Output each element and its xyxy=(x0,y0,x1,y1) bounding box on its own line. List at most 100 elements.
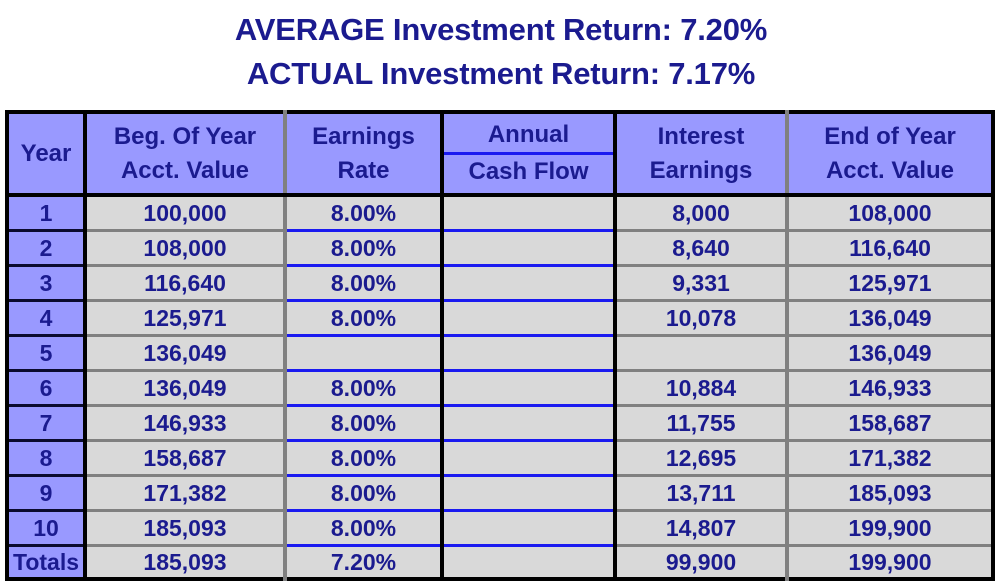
column-header-beg-top: Beg. Of Year xyxy=(113,122,257,150)
cell-interest-earnings: 10,078 xyxy=(615,300,789,337)
cell-interest-earnings: 12,695 xyxy=(615,440,789,477)
column-header-cash-bottom: Cash Flow xyxy=(468,158,589,185)
column-header-interest-bottom: Earnings xyxy=(649,156,753,184)
table-row: 1 100,000 8.00% 8,000 108,000 xyxy=(7,195,993,232)
cell-year: 2 xyxy=(7,230,87,267)
cell-end-acct-value: 185,093 xyxy=(787,475,993,512)
column-header-year: Year xyxy=(7,112,87,197)
table-body: 1 100,000 8.00% 8,000 108,000 2 108,000 8.00% 8,… xyxy=(7,195,993,581)
column-header-beg-acct-value: Beg. Of Year Acct. Value xyxy=(85,112,287,197)
column-header-rate-top: Earnings xyxy=(312,122,415,150)
cell-year: 6 xyxy=(7,370,87,407)
cell-totals-cash xyxy=(442,545,617,579)
column-header-annual-cash-flow: Annual Cash Flow xyxy=(442,112,617,197)
cell-end-acct-value: 136,049 xyxy=(787,300,993,337)
table-row: 2 108,000 8.00% 8,640 116,640 xyxy=(7,230,993,267)
investment-schedule-table-wrap: Year Beg. Of Year Acct. Value Earnings R… xyxy=(5,110,995,581)
cell-beg-acct-value: 108,000 xyxy=(85,230,287,267)
cell-earnings-rate: 8.00% xyxy=(285,300,444,337)
cell-totals-interest: 99,900 xyxy=(615,545,789,579)
column-header-end-bottom: Acct. Value xyxy=(825,156,955,184)
table-row: 4 125,971 8.00% 10,078 136,049 xyxy=(7,300,993,337)
cell-interest-earnings: 9,331 xyxy=(615,265,789,302)
cell-earnings-rate: 8.00% xyxy=(285,230,444,267)
cell-end-acct-value: 108,000 xyxy=(787,195,993,232)
table-row: 9 171,382 8.00% 13,711 185,093 xyxy=(7,475,993,512)
cell-year: 8 xyxy=(7,440,87,477)
cell-year: 4 xyxy=(7,300,87,337)
cell-interest-earnings: 8,640 xyxy=(615,230,789,267)
cell-earnings-rate xyxy=(285,335,444,372)
cell-end-acct-value: 158,687 xyxy=(787,405,993,442)
cell-annual-cash-flow xyxy=(442,440,617,477)
column-header-cash-top: Annual xyxy=(444,118,611,155)
cell-end-acct-value: 116,640 xyxy=(787,230,993,267)
cell-beg-acct-value: 116,640 xyxy=(85,265,287,302)
cell-interest-earnings xyxy=(615,335,789,372)
cell-end-acct-value: 136,049 xyxy=(787,335,993,372)
column-header-end-top: End of Year xyxy=(824,122,956,150)
column-header-earnings-rate: Earnings Rate xyxy=(285,112,444,197)
cell-interest-earnings: 11,755 xyxy=(615,405,789,442)
cell-annual-cash-flow xyxy=(442,300,617,337)
cell-totals-end: 199,900 xyxy=(787,545,993,579)
column-header-year-bottom: Year xyxy=(20,139,72,167)
table-header: Year Beg. Of Year Acct. Value Earnings R… xyxy=(7,112,993,197)
column-header-end-acct-value: End of Year Acct. Value xyxy=(787,112,993,197)
cell-earnings-rate: 8.00% xyxy=(285,370,444,407)
cell-year: 3 xyxy=(7,265,87,302)
cell-annual-cash-flow xyxy=(442,335,617,372)
cell-earnings-rate: 8.00% xyxy=(285,195,444,232)
cell-earnings-rate: 8.00% xyxy=(285,405,444,442)
column-header-interest-top: Interest xyxy=(657,122,745,150)
column-header-interest-earnings: Interest Earnings xyxy=(615,112,789,197)
cell-interest-earnings: 13,711 xyxy=(615,475,789,512)
cell-beg-acct-value: 136,049 xyxy=(85,335,287,372)
table-row: 10 185,093 8.00% 14,807 199,900 xyxy=(7,510,993,547)
column-header-beg-bottom: Acct. Value xyxy=(120,156,250,184)
table-row: 3 116,640 8.00% 9,331 125,971 xyxy=(7,265,993,302)
cell-end-acct-value: 171,382 xyxy=(787,440,993,477)
cell-totals-rate: 7.20% xyxy=(285,545,444,579)
cell-annual-cash-flow xyxy=(442,230,617,267)
average-return-title: AVERAGE Investment Return: 7.20% xyxy=(234,12,768,47)
cell-annual-cash-flow xyxy=(442,510,617,547)
cell-annual-cash-flow xyxy=(442,475,617,512)
table-row: 7 146,933 8.00% 11,755 158,687 xyxy=(7,405,993,442)
cell-annual-cash-flow xyxy=(442,405,617,442)
cell-beg-acct-value: 171,382 xyxy=(85,475,287,512)
cell-year: 5 xyxy=(7,335,87,372)
cell-beg-acct-value: 136,049 xyxy=(85,370,287,407)
cell-year: 9 xyxy=(7,475,87,512)
cell-earnings-rate: 8.00% xyxy=(285,440,444,477)
cell-annual-cash-flow xyxy=(442,195,617,232)
totals-row: Totals 185,093 7.20% 99,900 199,900 xyxy=(7,545,993,581)
table-row: 8 158,687 8.00% 12,695 171,382 xyxy=(7,440,993,477)
cell-end-acct-value: 199,900 xyxy=(787,510,993,547)
cell-earnings-rate: 8.00% xyxy=(285,265,444,302)
cell-beg-acct-value: 125,971 xyxy=(85,300,287,337)
cell-beg-acct-value: 146,933 xyxy=(85,405,287,442)
cell-year: 1 xyxy=(7,195,87,232)
cell-year: 7 xyxy=(7,405,87,442)
cell-beg-acct-value: 185,093 xyxy=(85,510,287,547)
cell-totals-beg: 185,093 xyxy=(85,545,287,579)
header-row: Year Beg. Of Year Acct. Value Earnings R… xyxy=(7,112,993,197)
cell-interest-earnings: 10,884 xyxy=(615,370,789,407)
cell-earnings-rate: 8.00% xyxy=(285,510,444,547)
title-block: AVERAGE Investment Return: 7.20% ACTUAL … xyxy=(0,0,1002,96)
table-row: 5 136,049 136,049 xyxy=(7,335,993,372)
investment-schedule-table: Year Beg. Of Year Acct. Value Earnings R… xyxy=(5,110,995,581)
cell-annual-cash-flow xyxy=(442,265,617,302)
cell-interest-earnings: 14,807 xyxy=(615,510,789,547)
cell-earnings-rate: 8.00% xyxy=(285,475,444,512)
cell-beg-acct-value: 100,000 xyxy=(85,195,287,232)
cell-beg-acct-value: 158,687 xyxy=(85,440,287,477)
cell-end-acct-value: 125,971 xyxy=(787,265,993,302)
cell-interest-earnings: 8,000 xyxy=(615,195,789,232)
actual-return-title: ACTUAL Investment Return: 7.17% xyxy=(246,56,756,91)
cell-year: 10 xyxy=(7,510,87,547)
cell-end-acct-value: 146,933 xyxy=(787,370,993,407)
column-header-rate-bottom: Rate xyxy=(337,156,390,184)
cell-totals-label: Totals xyxy=(7,545,87,581)
